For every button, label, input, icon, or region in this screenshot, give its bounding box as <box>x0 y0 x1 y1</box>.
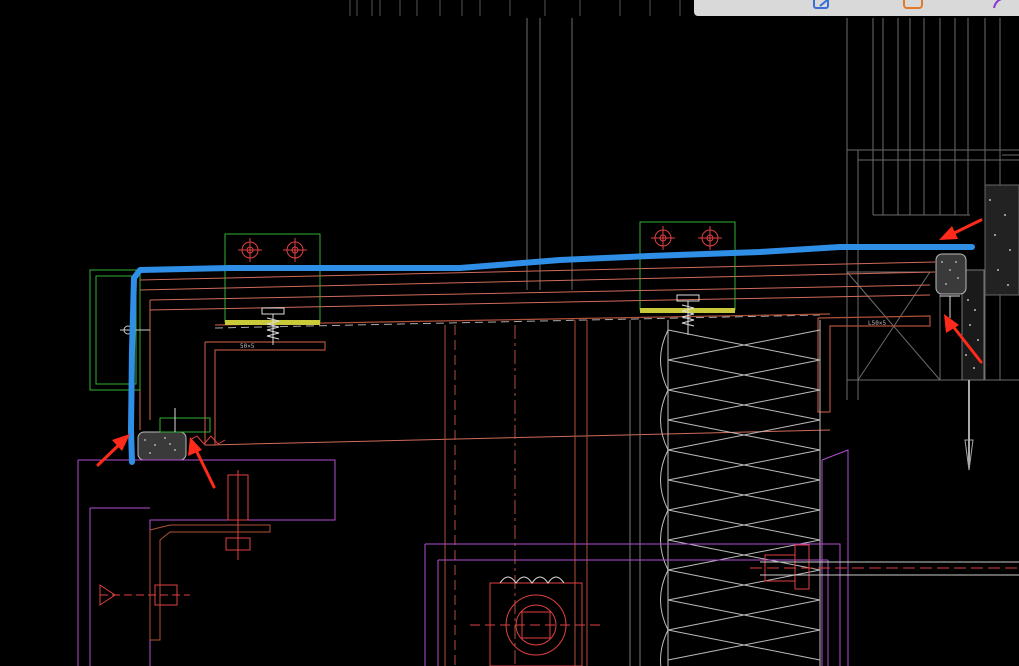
cad-drawing-canvas: 50×5 L50×5 <box>77 0 1019 666</box>
comment-icon[interactable] <box>902 0 924 12</box>
aluminium-cover-profile <box>139 261 936 446</box>
screw-right <box>676 294 700 335</box>
insulation <box>660 320 821 666</box>
steel-column <box>444 320 588 666</box>
top-header-strip <box>349 0 681 16</box>
toolbar <box>694 0 1019 16</box>
anchor-bolt-lower-left <box>99 470 251 606</box>
lower-angle <box>149 524 271 641</box>
column-gray <box>629 320 641 666</box>
center-nut <box>470 576 600 666</box>
angle-steel-right <box>817 315 931 413</box>
angle-steel-left <box>204 313 831 446</box>
dim-label-right: L50×5 <box>868 320 886 327</box>
frame-lines <box>526 18 1019 400</box>
embedded-plate <box>77 449 849 666</box>
connector-plate-left <box>224 233 321 345</box>
share-icon[interactable] <box>990 0 1012 12</box>
mullion-detail <box>961 184 1019 471</box>
markup-outline <box>128 244 975 465</box>
dim-label-left: 50×5 <box>240 343 255 350</box>
sealant-left <box>137 408 226 461</box>
pencil-edit-icon[interactable] <box>812 0 834 12</box>
arrow-top-right <box>939 218 983 240</box>
anchor-bolt-right <box>750 544 1019 590</box>
